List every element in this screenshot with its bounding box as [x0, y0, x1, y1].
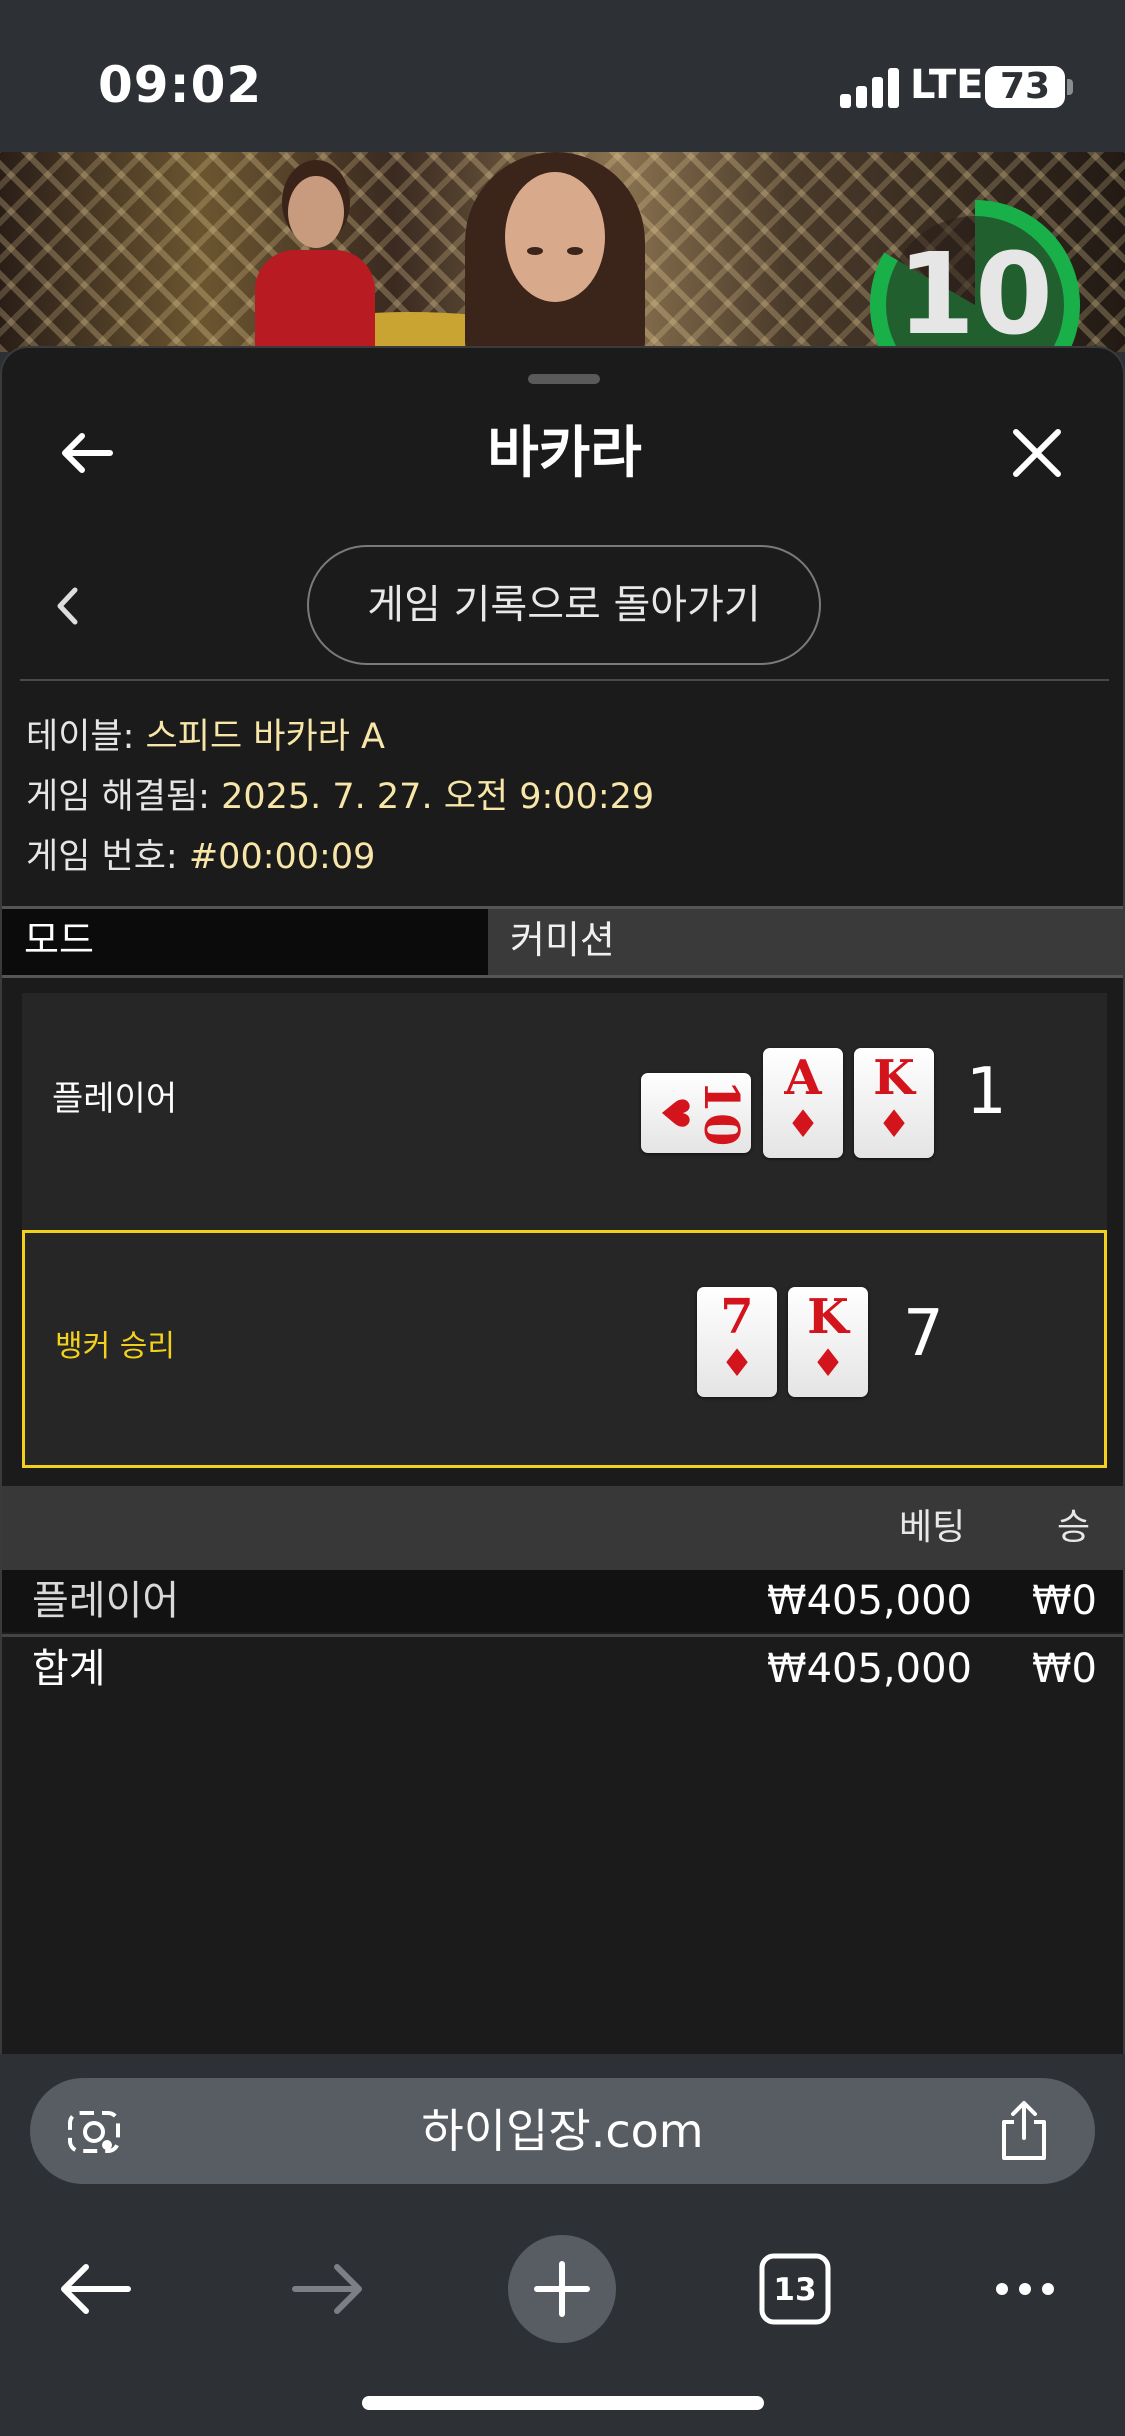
battery-icon: 73: [985, 66, 1065, 108]
mode-value: 커미션: [510, 918, 615, 962]
table-name: 스피드 바카라 A: [145, 717, 385, 757]
browser-forward-icon[interactable]: [273, 2234, 383, 2344]
countdown-value: 10: [897, 230, 1053, 352]
resolved-info: 게임 해결됨: 2025. 7. 27. 오전 9:00:29: [26, 777, 655, 817]
share-icon[interactable]: [992, 2098, 1056, 2164]
banker-win-label: 뱅커 승리: [55, 1329, 175, 1364]
banker-score: 7: [903, 1297, 944, 1371]
status-time: 09:02: [98, 56, 263, 114]
battery-tip: [1067, 79, 1073, 95]
status-bar: 09:02 LTE 73: [0, 0, 1125, 152]
bet-name: 플레이어: [32, 1578, 180, 1624]
player-hand-label: 플레이어: [52, 1079, 178, 1119]
home-indicator[interactable]: [362, 2396, 764, 2410]
video-dealer: [445, 152, 665, 352]
network-type: LTE: [910, 62, 984, 108]
game-number-info: 게임 번호: #00:00:09: [26, 837, 376, 877]
bet-amount: ₩405,000: [767, 1578, 972, 1624]
game-history-sheet: 바카라 게임 기록으로 돌아가기 테이블: 스피드 바카라 A 게임 해결됨: …: [0, 346, 1125, 2056]
player-hand: 플레이어 10 ♥ A ♦ K ♦ 1: [22, 993, 1107, 1231]
banker-hand: 뱅커 승리 7 ♦ K ♦ 7: [22, 1230, 1107, 1468]
row-divider: [2, 1634, 1123, 1637]
table-info: 테이블: 스피드 바카라 A: [26, 717, 385, 757]
player-card-3: K ♦: [854, 1048, 934, 1158]
new-tab-plus-icon[interactable]: [507, 2234, 617, 2344]
banker-card-2: K ♦: [788, 1287, 868, 1397]
bets-table-header: 베팅 승: [2, 1486, 1123, 1570]
mode-label: 모드: [2, 909, 488, 975]
video-dealer-background: [255, 170, 375, 352]
win-column-header: 승: [1057, 1507, 1091, 1548]
live-video-stream[interactable]: 10: [0, 152, 1125, 352]
game-number: #00:00:09: [188, 837, 376, 877]
bet-column-header: 베팅: [899, 1507, 966, 1548]
page-title: 바카라: [487, 421, 642, 486]
tabs-icon[interactable]: 13: [740, 2234, 850, 2344]
mode-row: 모드 커미션: [2, 906, 1123, 978]
player-card-1: 10 ♥: [641, 1073, 751, 1153]
browser-back-icon[interactable]: [40, 2234, 150, 2344]
win-amount: ₩0: [1032, 1578, 1097, 1624]
resolved-time: 2025. 7. 27. 오전 9:00:29: [221, 777, 655, 817]
close-icon[interactable]: [1002, 418, 1072, 488]
address-bar[interactable]: 하이입장.com: [30, 2078, 1095, 2184]
browser-toolbar: 하이입장.com 13: [0, 2054, 1125, 2436]
divider: [20, 679, 1109, 681]
total-win: ₩0: [1032, 1646, 1097, 1692]
url-text: 하이입장.com: [421, 2104, 704, 2158]
player-card-2: A ♦: [763, 1048, 843, 1158]
total-bet: ₩405,000: [767, 1646, 972, 1692]
player-score: 1: [966, 1055, 1007, 1129]
table-row: 플레이어 ₩405,000 ₩0: [2, 1570, 1123, 1632]
total-row: 합계 ₩405,000 ₩0: [2, 1638, 1123, 1700]
banker-card-1: 7 ♦: [697, 1287, 777, 1397]
sheet-drag-handle[interactable]: [528, 374, 600, 384]
svg-text:13: 13: [773, 2272, 816, 2308]
back-to-history-button[interactable]: 게임 기록으로 돌아가기: [307, 545, 821, 665]
cellular-signal-icon: [840, 66, 900, 108]
total-label: 합계: [32, 1646, 106, 1692]
chevron-left-icon[interactable]: [47, 576, 87, 636]
more-options-icon[interactable]: [970, 2234, 1080, 2344]
